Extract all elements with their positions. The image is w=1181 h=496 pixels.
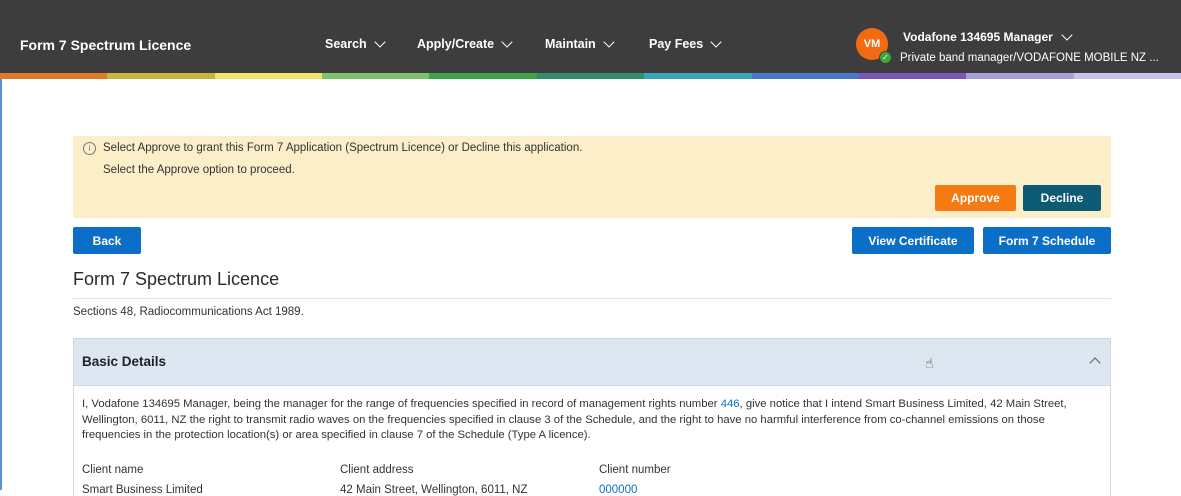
notice-text: Select Approve to grant this Form 7 Appl… <box>103 142 583 154</box>
nav-maintain[interactable]: Maintain <box>545 36 615 51</box>
licence-notice-paragraph: I, Vodafone 134695 Manager, being the ma… <box>82 397 1102 444</box>
chevron-down-icon <box>1061 29 1073 41</box>
basic-details-header[interactable] <box>73 338 1111 386</box>
client-address-value: 42 Main Street, Wellington, 6011, NZ <box>340 484 528 496</box>
nav-pay-fees[interactable]: Pay Fees <box>649 36 722 51</box>
back-button[interactable]: Back <box>73 227 141 254</box>
app-title: Form 7 Spectrum Licence <box>20 37 192 53</box>
nav-label: Apply/Create <box>417 37 495 51</box>
chevron-down-icon <box>710 36 722 48</box>
stripe-segment <box>429 73 537 79</box>
page-title: Form 7 Spectrum Licence <box>73 269 280 289</box>
divider <box>73 298 1111 299</box>
chevron-down-icon <box>603 36 615 48</box>
stripe-segment <box>107 73 215 79</box>
decline-button[interactable]: Decline <box>1023 185 1101 211</box>
stripe-segment <box>966 73 1074 79</box>
form7-schedule-button[interactable]: Form 7 Schedule <box>983 227 1111 254</box>
user-name: Vodafone 134695 Manager <box>903 30 1053 44</box>
hand-cursor-icon: ☝ <box>925 356 934 372</box>
client-name-label: Client name <box>82 464 144 476</box>
stripe-segment <box>644 73 752 79</box>
client-name-value: Smart Business Limited <box>82 484 203 496</box>
nav-apply-create[interactable]: Apply/Create <box>417 36 513 51</box>
user-menu[interactable]: Vodafone 134695 Manager <box>903 29 1073 44</box>
nav-search[interactable]: Search <box>325 36 386 51</box>
notice-subtext: Select the Approve option to proceed. <box>103 164 295 176</box>
legislation-reference: Sections 48, Radiocommunications Act 198… <box>73 306 304 318</box>
stripe-segment <box>536 73 645 79</box>
nav-label: Search <box>325 37 367 51</box>
view-certificate-button[interactable]: View Certificate <box>852 227 974 254</box>
stripe-segment <box>858 73 967 79</box>
stripe-segment <box>322 73 430 79</box>
stripe-segment <box>751 73 859 79</box>
nav-label: Pay Fees <box>649 37 704 51</box>
top-navigation-bar: Form 7 Spectrum Licence Search Apply/Cre… <box>0 0 1181 79</box>
chevron-down-icon <box>501 36 513 48</box>
management-rights-link[interactable]: 446 <box>721 398 740 410</box>
client-number-link[interactable]: 000000 <box>599 484 637 496</box>
approve-button[interactable]: Approve <box>935 185 1016 211</box>
check-icon: ✓ <box>879 51 892 64</box>
paragraph-text: I, Vodafone 134695 Manager, being the ma… <box>82 398 721 410</box>
chevron-down-icon <box>374 36 386 48</box>
client-number-label: Client number <box>599 464 671 476</box>
stripe-segment <box>1073 73 1181 79</box>
client-address-label: Client address <box>340 464 414 476</box>
brand-color-stripe <box>0 73 1181 79</box>
stripe-segment <box>214 73 323 79</box>
stripe-segment <box>0 73 108 79</box>
user-role: Private band manager/VODAFONE MOBILE NZ … <box>900 52 1159 64</box>
nav-label: Maintain <box>545 37 596 51</box>
info-icon: i <box>83 142 96 155</box>
basic-details-title: Basic Details <box>82 354 167 369</box>
